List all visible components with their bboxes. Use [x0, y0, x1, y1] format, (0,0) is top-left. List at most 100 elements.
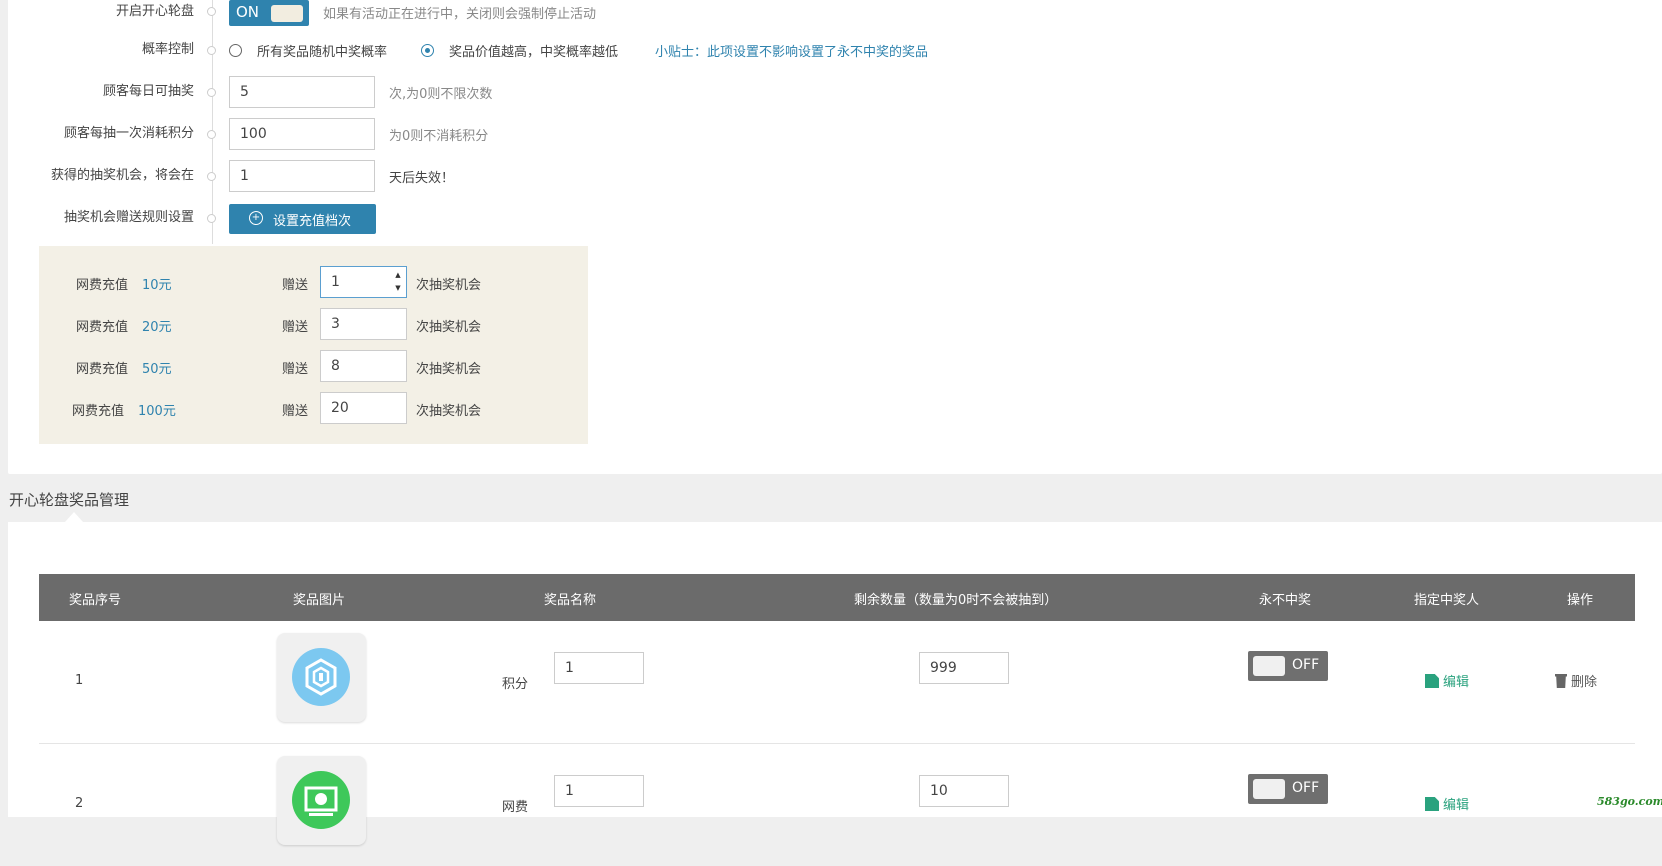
edit-label: 编辑	[1443, 675, 1470, 690]
prize-index: 1	[75, 673, 84, 688]
recharge-suffix: 次抽奖机会	[416, 362, 482, 377]
expire-row: 获得的抽奖机会，将会在 1 天后失效！	[0, 160, 600, 192]
edit-winner-link[interactable]: 编辑	[1425, 794, 1469, 813]
prize-name-input[interactable]: 1	[554, 652, 644, 684]
recharge-prefix: 网费充值	[76, 278, 129, 293]
prize-name-input[interactable]: 1	[554, 775, 644, 807]
col-image: 奖品图片	[293, 593, 346, 608]
edit-label: 编辑	[1443, 798, 1470, 813]
tier-count-input[interactable]: 3	[320, 308, 407, 340]
table-row: 1 积分 1 999 OFF 编辑 删除	[39, 621, 1635, 744]
daily-draws-label: 顾客每日可抽奖	[102, 84, 194, 99]
points-per-draw-row: 顾客每抽一次消耗积分 100 为0则不消耗积分	[0, 118, 600, 150]
money-bill-icon	[292, 771, 350, 829]
radio-random-label[interactable]: 所有奖品随机中奖概率	[257, 41, 387, 60]
expire-hint: 天后失效！	[389, 171, 455, 186]
recharge-tier-row: 网费充值 50元 赠送 8 次抽奖机会	[39, 350, 588, 384]
give-label: 赠送	[282, 404, 309, 419]
recharge-suffix: 次抽奖机会	[416, 278, 482, 293]
toggle-hint: 如果有活动正在进行中，关闭则会强制停止活动	[323, 7, 597, 22]
stepper-up-icon[interactable]: ▲	[392, 269, 404, 282]
daily-draws-input[interactable]: 5	[229, 76, 375, 108]
recharge-suffix: 次抽奖机会	[416, 404, 482, 419]
recharge-tier-row: 网费充值 20元 赠送 3 次抽奖机会	[39, 308, 588, 342]
points-per-draw-label: 顾客每抽一次消耗积分	[63, 126, 194, 141]
probability-row: 概率控制 所有奖品随机中奖概率 奖品价值越高，中奖概率越低 小贴士：此项设置不影…	[0, 38, 1000, 70]
prize-quantity-input[interactable]: 10	[919, 775, 1009, 807]
col-never-win: 永不中奖	[1259, 593, 1312, 608]
tier-count-input[interactable]: 1 ▲ ▼	[320, 266, 407, 298]
prize-image	[277, 633, 366, 722]
tier-count-value: 1	[331, 274, 340, 290]
points-shield-icon	[292, 648, 350, 706]
give-label: 赠送	[282, 278, 309, 293]
col-actions: 操作	[1567, 593, 1594, 608]
prize-image	[277, 756, 366, 845]
tier-count-input[interactable]: 8	[320, 350, 407, 382]
set-recharge-tiers-button[interactable]: + 设置充值档次	[229, 204, 376, 234]
recharge-amount: 10元	[142, 278, 172, 293]
timeline-dot	[207, 88, 216, 97]
edit-icon	[1425, 674, 1439, 688]
recharge-tier-row: 网费充值 10元 赠送 1 ▲ ▼ 次抽奖机会	[39, 266, 588, 300]
daily-draws-row: 顾客每日可抽奖 5 次,为0则不限次数	[0, 76, 600, 108]
gift-rules-label: 抽奖机会赠送规则设置	[63, 210, 194, 225]
stepper-down-icon[interactable]: ▼	[392, 282, 404, 295]
tier-count-input[interactable]: 20	[320, 392, 407, 424]
radio-value-based-label[interactable]: 奖品价值越高，中奖概率越低	[449, 41, 618, 60]
prize-quantity-input[interactable]: 999	[919, 652, 1009, 684]
prizes-section-title: 开心轮盘奖品管理	[9, 491, 130, 509]
give-label: 赠送	[282, 320, 309, 335]
expire-label: 获得的抽奖机会，将会在	[50, 168, 194, 183]
prize-name-label: 网费	[502, 800, 529, 815]
expire-days-input[interactable]: 1	[229, 160, 375, 192]
probability-tip: 小贴士：此项设置不影响设置了永不中奖的奖品	[655, 45, 929, 60]
probability-label: 概率控制	[141, 42, 194, 57]
recharge-prefix: 网费充值	[76, 362, 129, 377]
edit-winner-link[interactable]: 编辑	[1425, 671, 1469, 690]
recharge-prefix: 网费充值	[72, 404, 125, 419]
delete-label: 删除	[1571, 675, 1598, 690]
watermark: 583go.com	[1597, 795, 1662, 808]
recharge-suffix: 次抽奖机会	[416, 320, 482, 335]
toggle-label: 开启开心轮盘	[115, 4, 194, 19]
col-winner: 指定中奖人	[1414, 593, 1480, 608]
radio-value-based[interactable]	[421, 44, 434, 57]
never-win-switch[interactable]: OFF	[1248, 651, 1328, 681]
recharge-prefix: 网费充值	[76, 320, 129, 335]
never-win-switch[interactable]: OFF	[1248, 774, 1328, 804]
recharge-amount: 100元	[138, 404, 176, 419]
points-per-draw-input[interactable]: 100	[229, 118, 375, 150]
switch-state-text: OFF	[1292, 657, 1320, 673]
switch-knob	[1253, 656, 1285, 676]
timeline-dot	[207, 172, 216, 181]
daily-draws-hint: 次,为0则不限次数	[389, 87, 493, 102]
wheel-enable-switch[interactable]: ON	[229, 0, 309, 26]
col-quantity: 剩余数量（数量为0时不会被抽到）	[854, 593, 1058, 608]
switch-knob	[1253, 779, 1285, 799]
section-caret	[65, 512, 83, 522]
table-row: 2 网费 1 10 OFF 编辑	[39, 744, 1635, 866]
points-per-draw-hint: 为0则不消耗积分	[389, 129, 489, 144]
plus-circle-icon: +	[249, 211, 263, 225]
recharge-amount: 20元	[142, 320, 172, 335]
delete-prize-link[interactable]: 删除	[1555, 671, 1597, 690]
col-name: 奖品名称	[544, 593, 597, 608]
col-index: 奖品序号	[69, 593, 122, 608]
timeline-dot	[207, 7, 216, 16]
recharge-tier-row: 网费充值 100元 赠送 20 次抽奖机会	[39, 392, 588, 426]
switch-state-text: OFF	[1292, 780, 1320, 796]
toggle-row: 开启开心轮盘 ON 如果有活动正在进行中，关闭则会强制停止活动	[0, 0, 700, 32]
prize-name-label: 积分	[502, 677, 529, 692]
radio-random[interactable]	[229, 44, 242, 57]
timeline-dot	[207, 46, 216, 55]
prize-index: 2	[75, 796, 84, 811]
switch-state-text: ON	[236, 3, 260, 21]
set-recharge-tiers-label: 设置充值档次	[273, 214, 352, 229]
number-stepper[interactable]: ▲ ▼	[392, 269, 404, 295]
give-label: 赠送	[282, 362, 309, 377]
timeline-dot	[207, 214, 216, 223]
prizes-table-header: 奖品序号 奖品图片 奖品名称 剩余数量（数量为0时不会被抽到） 永不中奖 指定中…	[39, 574, 1635, 621]
recharge-tiers-box: 网费充值 10元 赠送 1 ▲ ▼ 次抽奖机会 网费充值 20元 赠送 3 次抽奖…	[39, 246, 588, 444]
recharge-amount: 50元	[142, 362, 172, 377]
